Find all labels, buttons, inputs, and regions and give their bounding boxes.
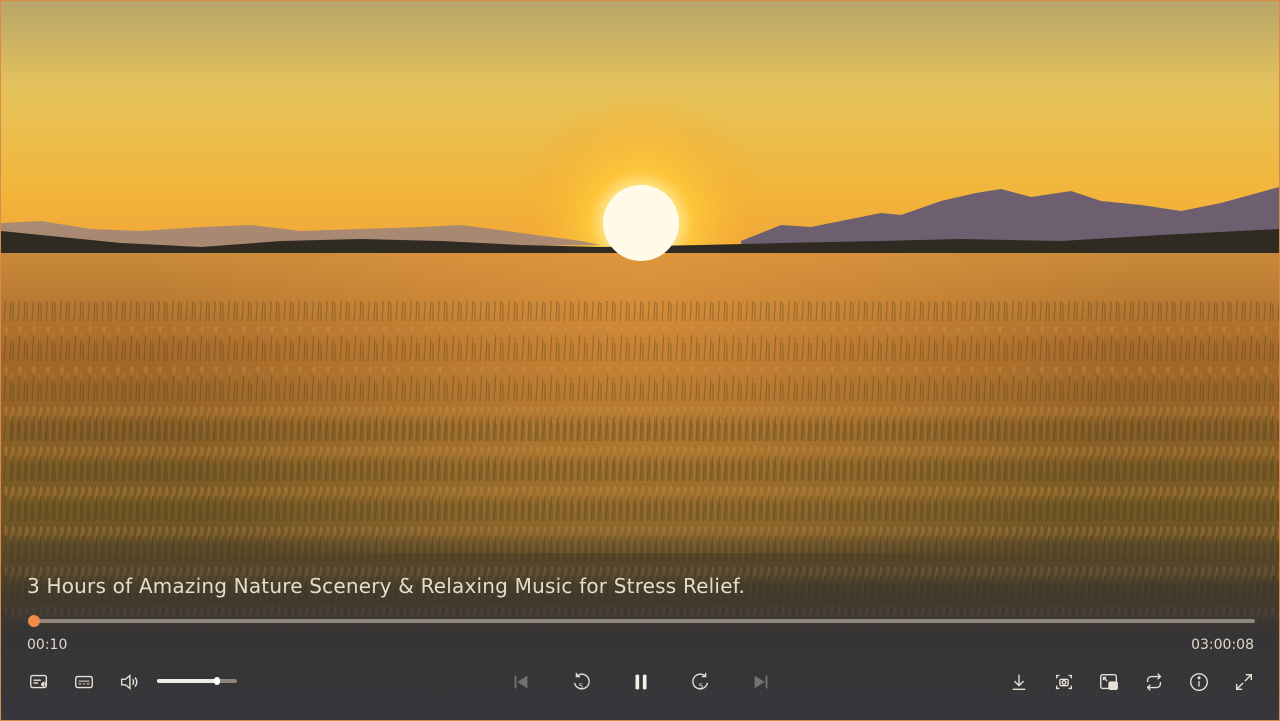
forward-button[interactable]: 5	[688, 669, 714, 695]
volume-slider[interactable]	[157, 677, 237, 685]
audio-description-button[interactable]	[26, 669, 52, 695]
audio-description-icon	[30, 674, 48, 689]
next-button[interactable]	[748, 669, 774, 695]
video-title: 3 Hours of Amazing Nature Scenery & Rela…	[27, 574, 746, 598]
volume-button[interactable]	[116, 669, 142, 695]
previous-icon	[514, 675, 528, 689]
progress-bar[interactable]	[28, 615, 1255, 627]
volume-icon	[120, 674, 138, 690]
loop-icon	[1146, 673, 1162, 691]
pause-button[interactable]	[628, 669, 654, 695]
video-player[interactable]: 3 Hours of Amazing Nature Scenery & Rela…	[0, 0, 1280, 721]
rewind-5-icon: 5	[573, 672, 590, 690]
rewind-button[interactable]: 5	[568, 669, 594, 695]
next-icon	[754, 675, 768, 689]
fullscreen-button[interactable]	[1231, 669, 1257, 695]
info-icon	[1190, 673, 1208, 691]
current-time: 00:10	[27, 637, 68, 653]
progress-knob[interactable]	[28, 615, 41, 627]
forward-5-icon: 5	[692, 672, 709, 690]
duration-time: 03:00:08	[1191, 637, 1254, 653]
volume-knob[interactable]	[214, 677, 220, 685]
rewind-seconds: 5	[579, 681, 584, 690]
previous-button[interactable]	[508, 669, 534, 695]
screenshot-icon	[1055, 674, 1073, 690]
volume-fill	[157, 679, 217, 683]
screenshot-button[interactable]	[1051, 669, 1077, 695]
subtitles-button[interactable]	[71, 669, 97, 695]
loop-button[interactable]	[1141, 669, 1167, 695]
info-button[interactable]	[1186, 669, 1212, 695]
pause-icon	[635, 674, 647, 690]
download-icon	[1012, 674, 1026, 691]
subtitles-icon	[75, 675, 93, 689]
download-button[interactable]	[1006, 669, 1032, 695]
picture-in-picture-icon	[1100, 673, 1118, 691]
forward-seconds: 5	[699, 681, 704, 690]
fullscreen-icon	[1235, 673, 1253, 691]
picture-in-picture-button[interactable]	[1096, 669, 1122, 695]
